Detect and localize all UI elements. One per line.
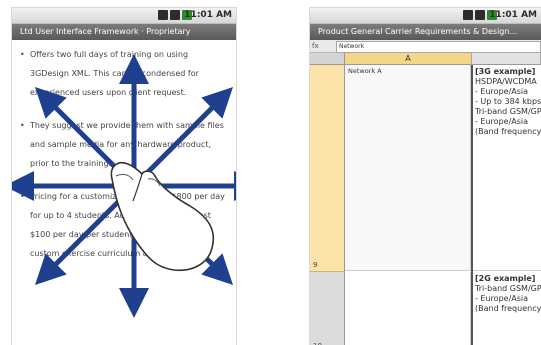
cell-line: (Band frequency) [475, 127, 541, 136]
cell-a10[interactable] [345, 272, 471, 345]
cell-b9[interactable]: [3G example] HSDPA/WCDMA - Europe/Asia -… [472, 65, 541, 271]
formula-label: fx [312, 42, 319, 50]
arrow-up-left [35, 87, 126, 178]
spreadsheet-title-bar: Product General Carrier Requirements & D… [310, 24, 541, 40]
signal-icon [463, 10, 473, 20]
formula-bar: fx Network [310, 40, 541, 53]
cell-line: - Up to 384 kbps [475, 97, 541, 106]
column-divider [471, 65, 473, 345]
gesture-overlay [12, 53, 236, 319]
row-header-9[interactable]: 9 [310, 65, 345, 272]
cell-line: [2G example] [475, 274, 536, 283]
arrow-up-right [142, 87, 233, 178]
cell-line: HSDPA/WCDMA [475, 77, 537, 86]
column-header-b[interactable] [472, 53, 541, 65]
arrow-down-left [35, 194, 126, 285]
cell-line: - Europe/Asia [475, 117, 529, 126]
spreadsheet-grid[interactable]: A 9 10 Network A [3G example] HSDPA/WCDM… [310, 53, 541, 345]
phone-screen-document: 11:01 AM Ltd User Interface Framework · … [12, 8, 236, 345]
status-bar: 11:01 AM [310, 8, 541, 24]
row-number: 9 [313, 261, 318, 269]
cell-line: Tri-band GSM/GPRS/EDGE [475, 107, 541, 116]
cell-b10[interactable]: [2G example] Tri-band GSM/GPRS - Europe/… [472, 272, 541, 345]
row-header-10[interactable]: 10 [310, 272, 345, 345]
cell-line: Tri-band GSM/GPRS [475, 284, 541, 293]
status-time: 11:01 AM [489, 10, 537, 20]
cell-content-input[interactable]: Network [336, 41, 541, 53]
cell-line: - Europe/Asia [475, 87, 529, 96]
column-header-a[interactable]: A [345, 53, 472, 65]
phone-screen-spreadsheet: 11:01 AM Product General Carrier Require… [310, 8, 541, 345]
network-icon [475, 10, 485, 20]
cell-line: - Europe/Asia [475, 294, 529, 303]
cell-a9[interactable]: Network A [345, 65, 471, 271]
hand-pinch-icon [110, 162, 215, 272]
select-all-corner[interactable] [310, 53, 345, 65]
cell-line: [3G example] [475, 67, 536, 76]
cell-line: (Band frequency) [475, 304, 541, 313]
